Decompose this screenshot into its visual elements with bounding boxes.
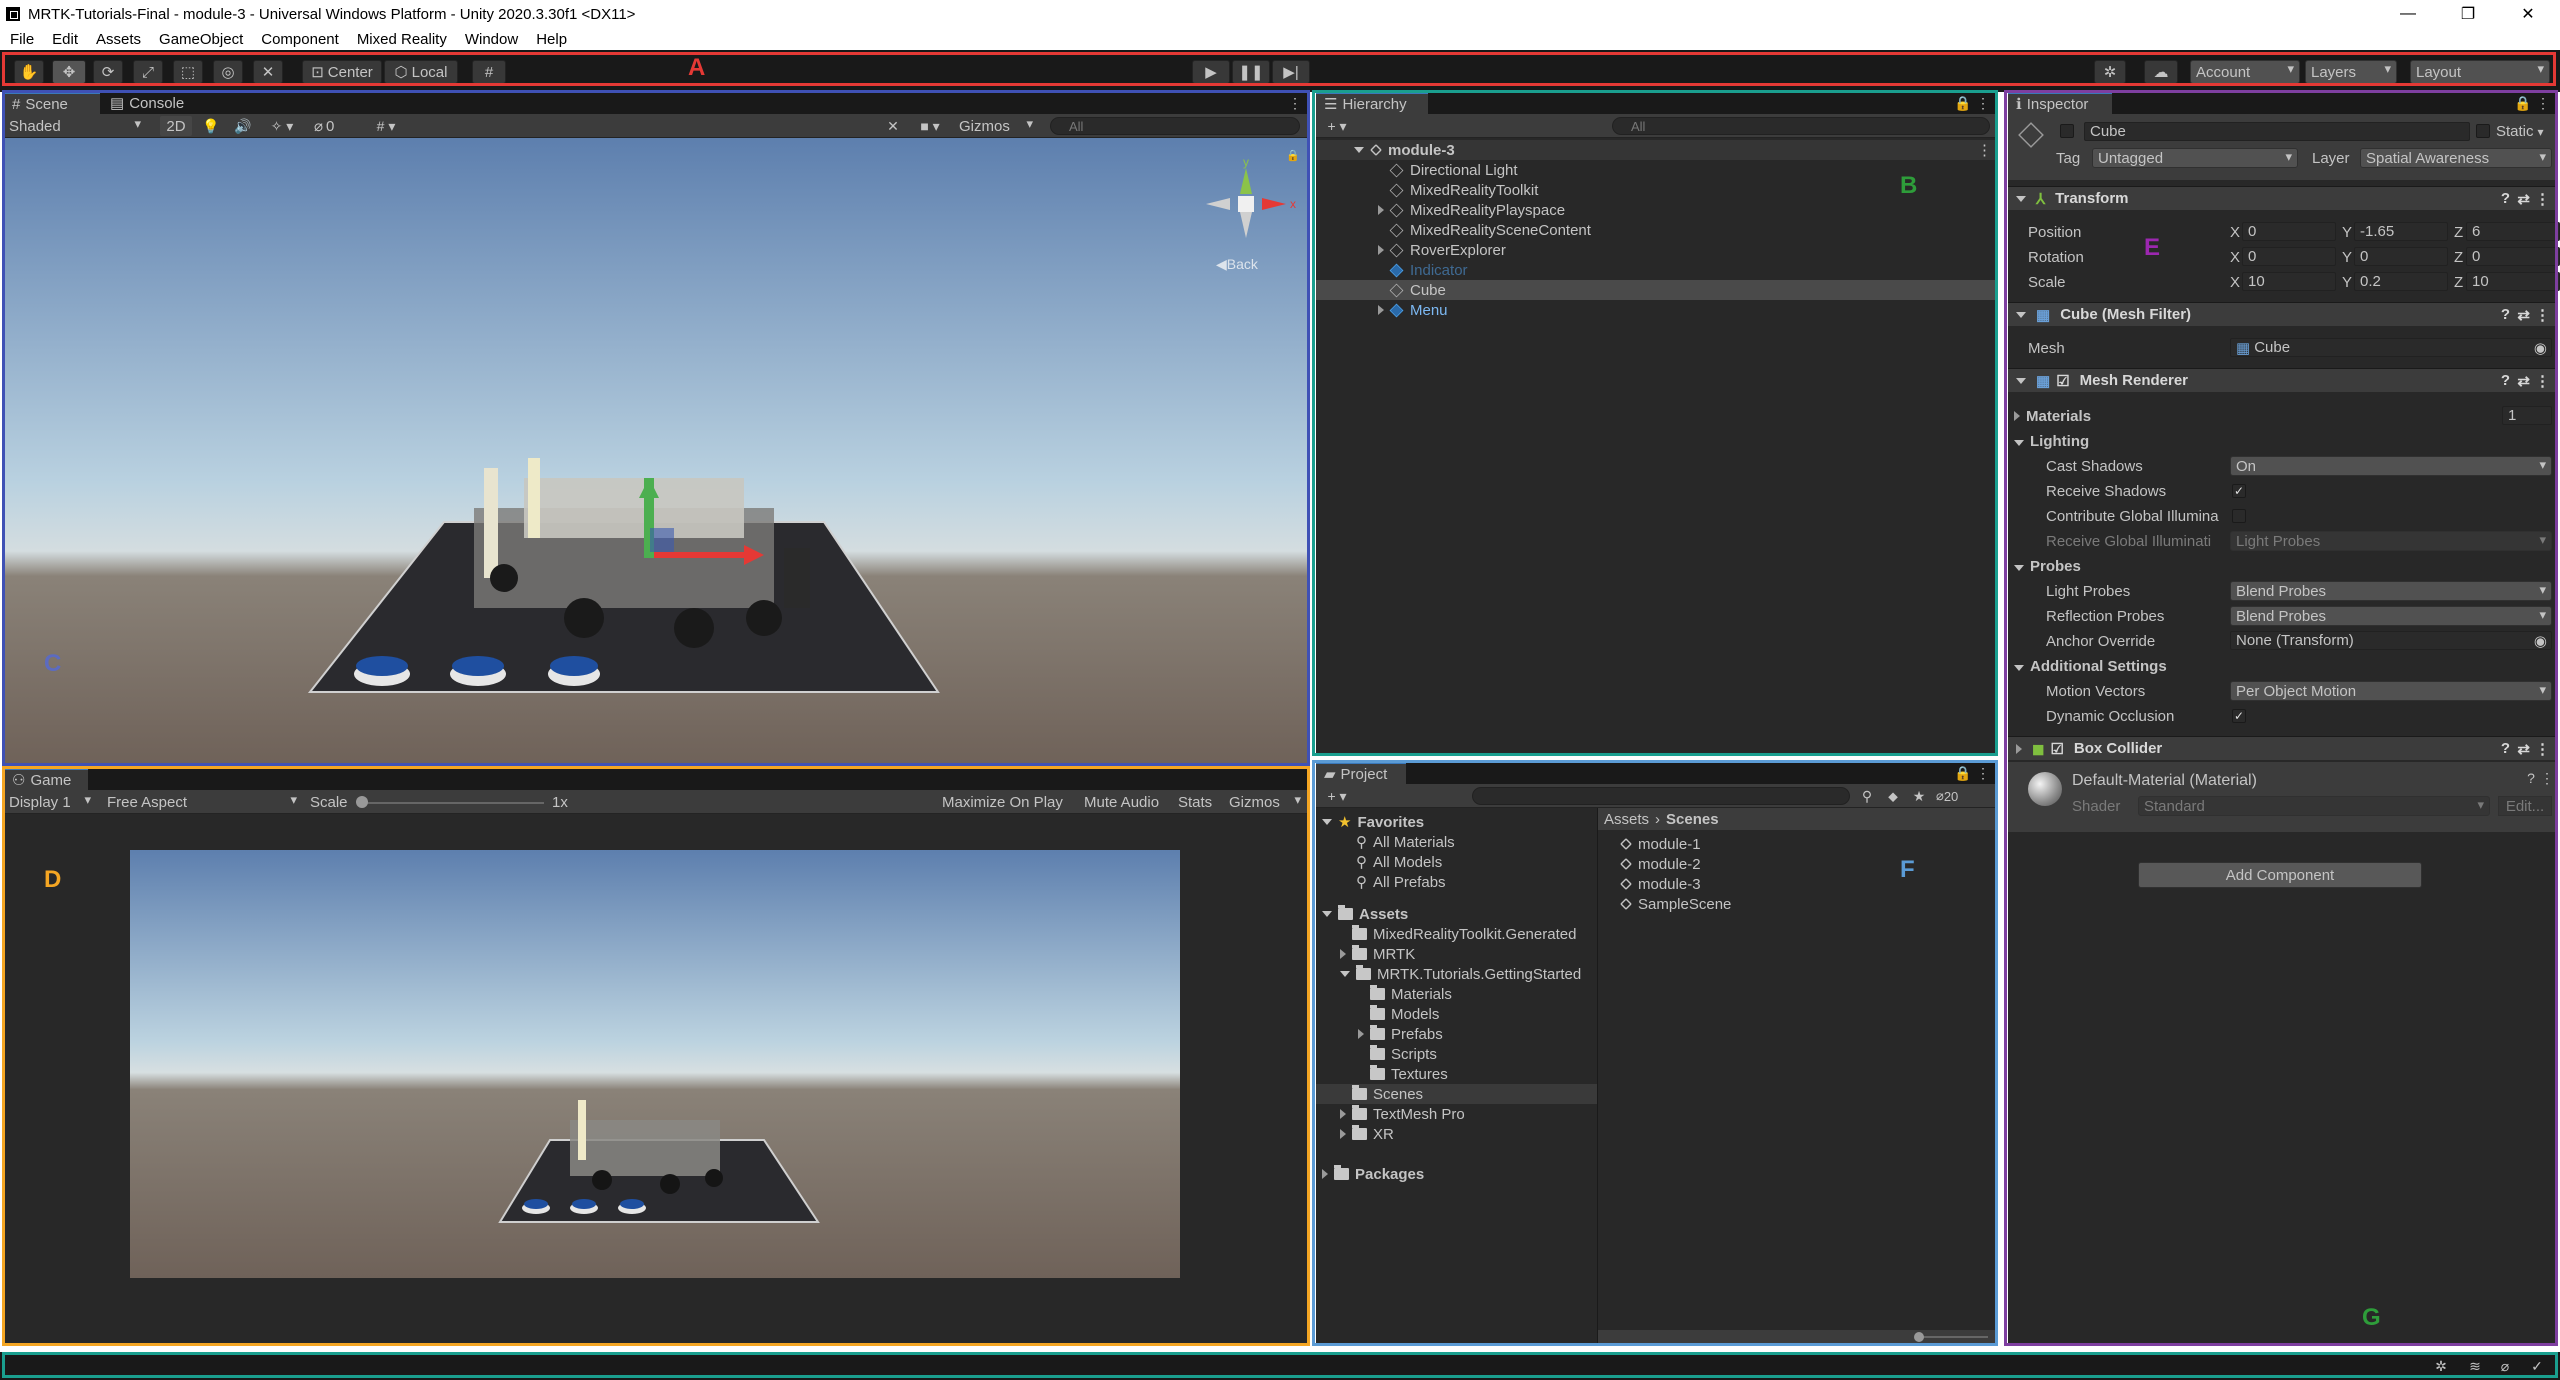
annotation-box-f (1312, 760, 1998, 1346)
menu-gameobject[interactable]: GameObject (159, 31, 243, 48)
menu-mixed-reality[interactable]: Mixed Reality (357, 31, 447, 48)
close-button[interactable]: ✕ (2500, 0, 2556, 28)
annotation-box-status (2, 1352, 2558, 1378)
menu-file[interactable]: File (10, 31, 34, 48)
unity-app-icon (6, 7, 20, 21)
minimize-button[interactable]: — (2380, 0, 2436, 28)
annotation-box-g (2004, 90, 2558, 1346)
maximize-button[interactable]: ❐ (2440, 0, 2496, 28)
annotation-box-a (2, 52, 2556, 86)
menu-help[interactable]: Help (536, 31, 567, 48)
annotation-box-c (2, 90, 1310, 766)
window-title: MRTK-Tutorials-Final - module-3 - Univer… (28, 5, 636, 23)
menu-window[interactable]: Window (465, 31, 518, 48)
menu-bar: File Edit Assets GameObject Component Mi… (0, 28, 2560, 50)
annotation-label-d: D (44, 866, 62, 893)
annotation-label-c: C (44, 650, 62, 677)
annotation-box-d (2, 766, 1310, 1346)
menu-edit[interactable]: Edit (52, 31, 78, 48)
menu-assets[interactable]: Assets (96, 31, 141, 48)
annotation-label-b: B (1900, 172, 1918, 199)
menu-component[interactable]: Component (261, 31, 339, 48)
annotation-label-g: G (2362, 1304, 2381, 1331)
annotation-label-e: E (2144, 234, 2161, 261)
annotation-box-b (1312, 90, 1998, 756)
annotation-label-a: A (688, 54, 706, 81)
annotation-label-f: F (1900, 856, 1915, 883)
window-title-bar: MRTK-Tutorials-Final - module-3 - Univer… (0, 0, 2560, 28)
